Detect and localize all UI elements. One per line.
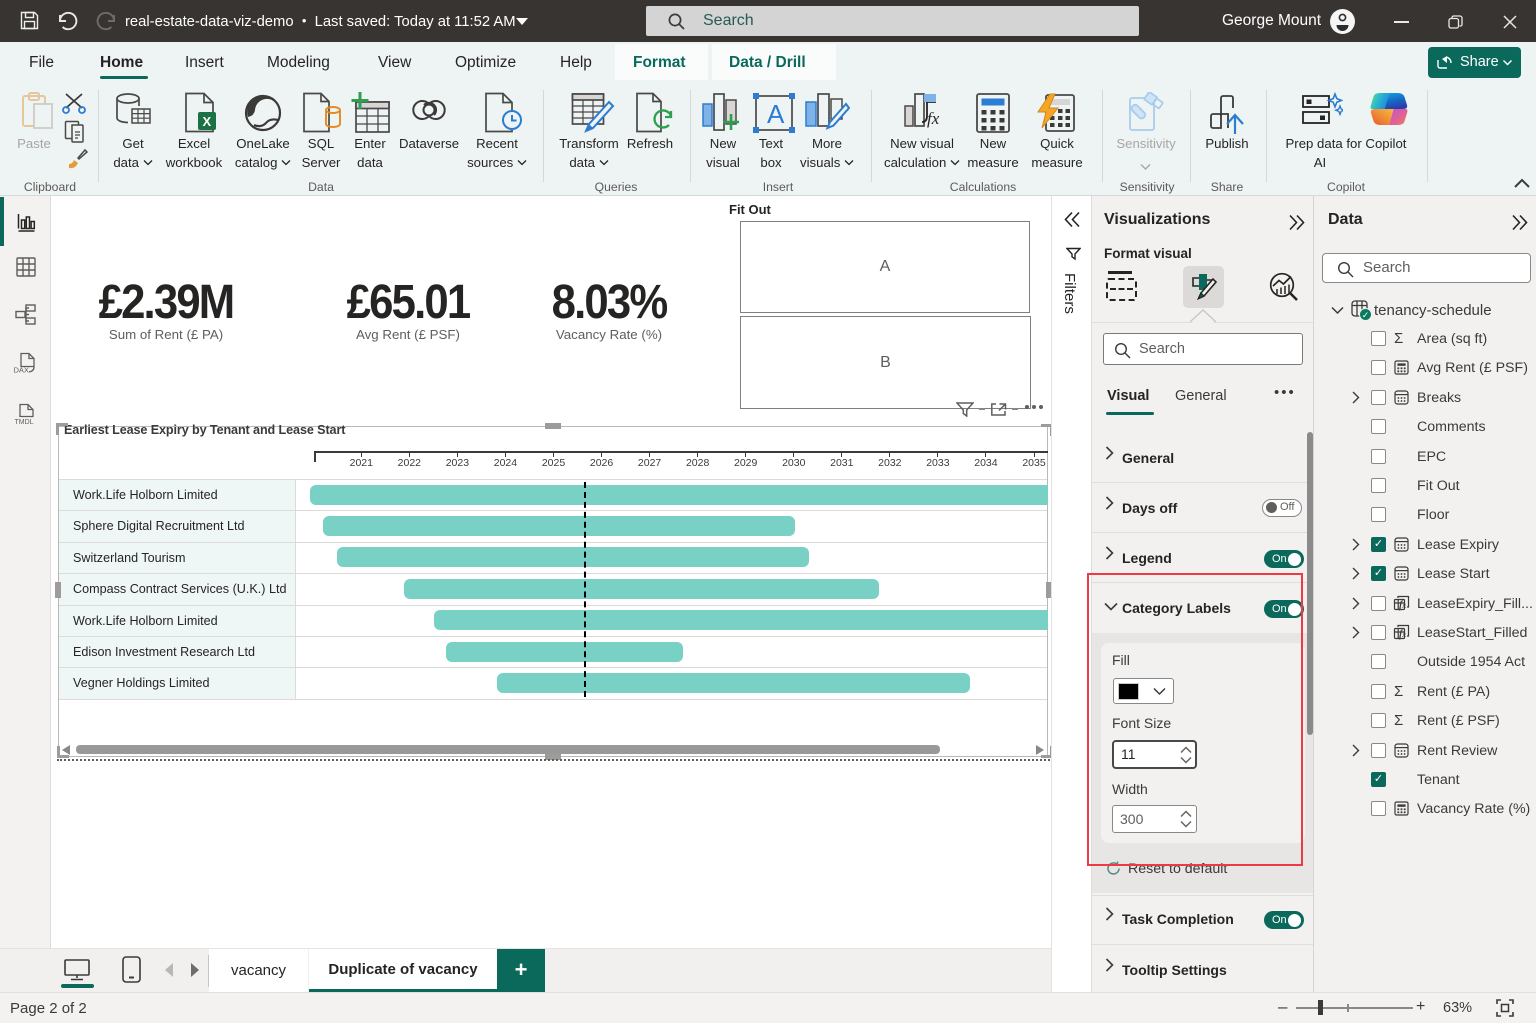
svg-text:fx: fx	[927, 109, 940, 128]
svg-text:A: A	[767, 99, 785, 129]
svg-text:TMDL: TMDL	[15, 419, 34, 426]
svg-text:X: X	[203, 114, 212, 129]
svg-text:DAX: DAX	[14, 366, 29, 375]
